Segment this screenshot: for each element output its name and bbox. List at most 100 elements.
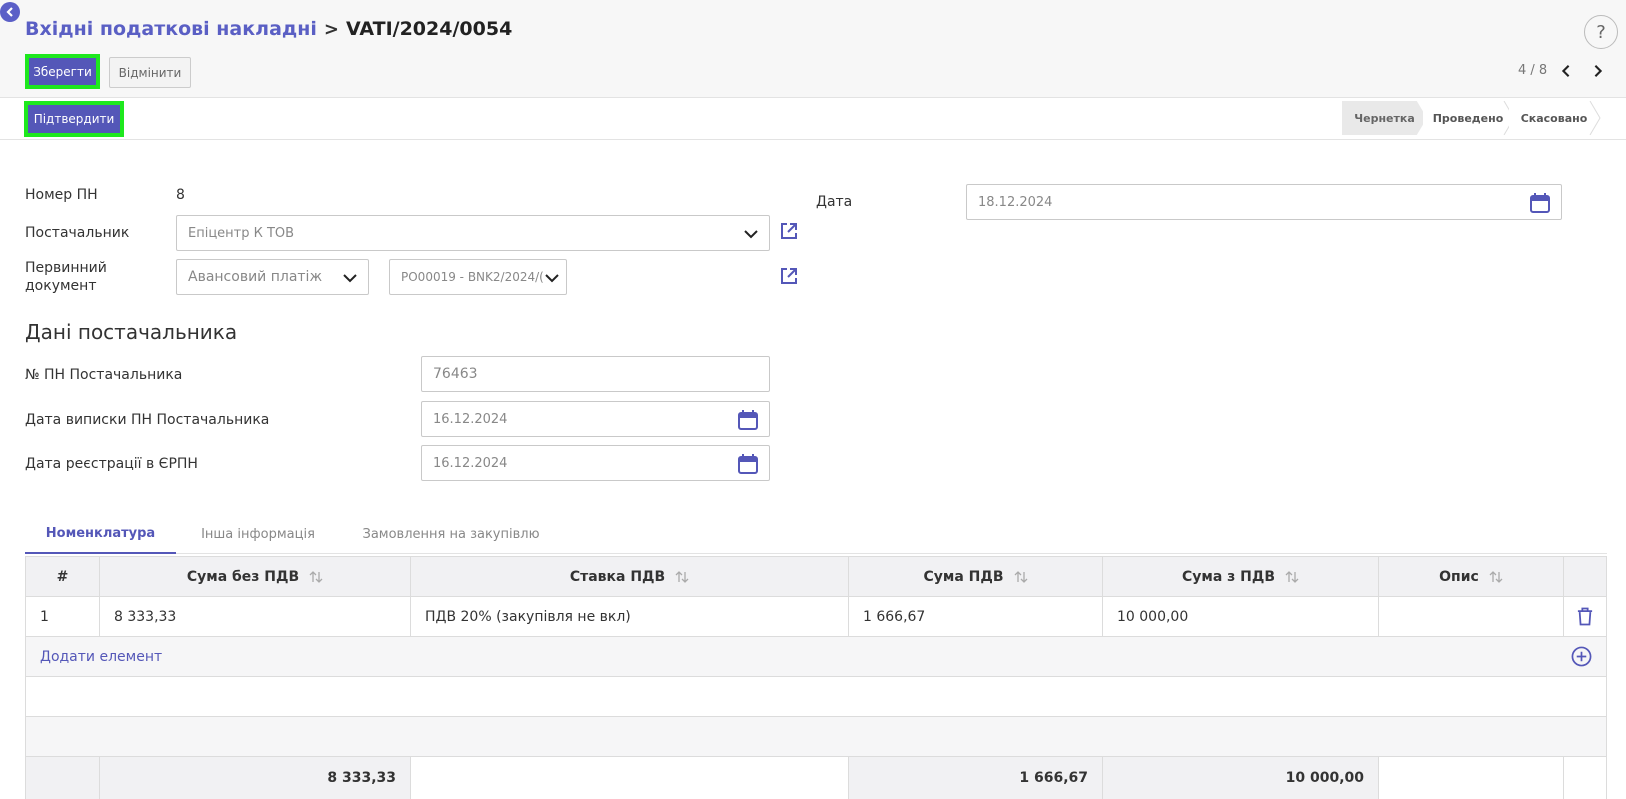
column-header-label: Ставка ПДВ (569, 568, 666, 585)
cell-vat-amount[interactable]: 1 666,67 (849, 597, 1103, 636)
back-arrow-icon[interactable] (0, 2, 20, 22)
external-link-icon[interactable] (779, 266, 799, 286)
add-item-cell: Додати елемент (26, 637, 1606, 676)
column-header-amount-net[interactable]: Сума без ПДВ (100, 557, 411, 596)
table-row[interactable]: 1 8 333,33 ПДВ 20% (закупівля не вкл) 1 … (26, 597, 1606, 637)
status-bar: Підтвердити Чернетка Проведено Скасовано (0, 98, 1626, 140)
column-header-label: Сума ПДВ (923, 568, 1004, 585)
column-header-index: # (26, 557, 100, 596)
number-label: Номер ПН (25, 187, 98, 203)
total-vat-amount: 1 666,67 (849, 757, 1103, 799)
calendar-icon[interactable] (737, 453, 759, 475)
control-panel: Вхідні податкові накладні > VATI/2024/00… (0, 0, 1626, 98)
tab-nomenclature[interactable]: Номенклатура (25, 514, 176, 554)
breadcrumb-parent-link[interactable]: Вхідні податкові накладні (25, 18, 317, 40)
pager-counter: 4 / 8 (1518, 63, 1548, 78)
primary-doc-ref-select[interactable]: PO00019 - BNK2/2024/( (389, 259, 567, 295)
external-link-icon[interactable] (779, 221, 799, 241)
erpn-date-label: Дата реєстрації в ЄРПН (25, 456, 198, 472)
erpn-date-value: 16.12.2024 (433, 455, 508, 471)
sort-icon[interactable] (1489, 570, 1503, 584)
stage-cancelled-label: Скасовано (1520, 111, 1588, 125)
primary-doc-label-line-2: документ (25, 278, 97, 294)
supplier-invoice-date-value: 16.12.2024 (433, 411, 508, 427)
stage-separator-icon (1589, 101, 1601, 135)
chevron-left-icon[interactable] (1558, 62, 1574, 80)
empty-row (26, 677, 1606, 717)
tab-purchase-orders[interactable]: Замовлення на закупівлю (340, 514, 562, 554)
date-label: Дата (816, 194, 853, 210)
supplier-invoice-date-label: Дата виписки ПН Постачальника (25, 412, 270, 428)
confirm-button[interactable]: Підтвердити (24, 101, 124, 137)
primary-doc-label: Первинний документ (25, 259, 107, 295)
supplier-invoice-no-input[interactable]: 76463 (421, 356, 770, 392)
total-amount-net: 8 333,33 (100, 757, 411, 799)
column-header-amount-gross[interactable]: Сума з ПДВ (1103, 557, 1379, 596)
supplier-invoice-no-value: 76463 (433, 366, 478, 382)
tab-other-info[interactable]: Інша інформація (176, 514, 340, 554)
primary-doc-label-line-1: Первинний (25, 260, 107, 276)
column-header-vat-rate[interactable]: Ставка ПДВ (411, 557, 849, 596)
total-vat-rate (411, 757, 849, 799)
number-value: 8 (176, 187, 185, 203)
sort-icon[interactable] (309, 570, 323, 584)
calendar-icon[interactable] (737, 409, 759, 431)
breadcrumb-separator: > (323, 18, 339, 40)
primary-doc-type-value: Авансовий платіж (188, 269, 323, 285)
chevron-down-icon (744, 230, 758, 239)
chevron-down-icon (343, 274, 357, 283)
table-header-row: # Сума без ПДВ Ставка ПДВ Сума ПДВ Сума … (26, 557, 1606, 597)
chevron-right-icon[interactable] (1590, 62, 1606, 80)
cell-vat-rate[interactable]: ПДВ 20% (закупівля не вкл) (411, 597, 849, 636)
stage-draft[interactable]: Чернетка (1342, 101, 1427, 135)
total-actions (1564, 757, 1606, 799)
column-header-label: Сума без ПДВ (186, 568, 300, 585)
breadcrumb: Вхідні податкові накладні > VATI/2024/00… (25, 18, 512, 40)
empty-row (26, 717, 1606, 757)
erpn-date-field[interactable]: 16.12.2024 (421, 445, 770, 481)
supplier-invoice-no-label: № ПН Постачальника (25, 367, 183, 383)
cell-amount-net[interactable]: 8 333,33 (100, 597, 411, 636)
supplier-label: Постачальник (25, 225, 130, 241)
sort-icon[interactable] (1285, 570, 1299, 584)
stage-cancelled[interactable]: Скасовано (1509, 101, 1601, 135)
column-header-actions (1564, 557, 1606, 596)
cell-actions (1564, 597, 1606, 636)
primary-doc-type-select[interactable]: Авансовий платіж (176, 259, 369, 295)
supplier-section-title: Дані постачальника (25, 320, 238, 344)
primary-doc-ref-value: PO00019 - BNK2/2024/( (401, 270, 544, 284)
stage-posted-label: Проведено (1432, 111, 1504, 125)
stage-posted[interactable]: Проведено (1423, 101, 1515, 135)
plus-circle-icon[interactable] (1571, 646, 1592, 667)
totals-row: 8 333,33 1 666,67 10 000,00 (26, 757, 1606, 799)
total-amount-gross: 10 000,00 (1103, 757, 1379, 799)
column-header-vat-amount[interactable]: Сума ПДВ (849, 557, 1103, 596)
sort-icon[interactable] (675, 570, 689, 584)
sort-icon[interactable] (1014, 570, 1028, 584)
supplier-select[interactable]: Епіцентр К ТОВ (176, 215, 770, 251)
column-header-label: # (56, 568, 69, 585)
tabs: Номенклатура Інша інформація Замовлення … (25, 514, 1607, 554)
cancel-button[interactable]: Відмінити (109, 57, 191, 88)
add-item-row: Додати елемент (26, 637, 1606, 677)
trash-icon[interactable] (1577, 607, 1593, 626)
help-button[interactable]: ? (1584, 15, 1618, 49)
date-value: 18.12.2024 (978, 194, 1053, 210)
total-description (1379, 757, 1564, 799)
column-header-description[interactable]: Опис (1379, 557, 1564, 596)
calendar-icon[interactable] (1529, 192, 1551, 214)
lines-table: # Сума без ПДВ Ставка ПДВ Сума ПДВ Сума … (25, 556, 1607, 799)
date-field[interactable]: 18.12.2024 (966, 184, 1562, 220)
chevron-down-icon (545, 274, 559, 283)
add-item-link[interactable]: Додати елемент (40, 649, 162, 665)
save-button[interactable]: Зберегти (25, 54, 100, 89)
breadcrumb-current: VATI/2024/0054 (345, 18, 513, 40)
total-index (26, 757, 100, 799)
column-header-label: Сума з ПДВ (1181, 568, 1276, 585)
cell-description[interactable] (1379, 597, 1564, 636)
column-header-label: Опис (1439, 568, 1479, 585)
cell-amount-gross[interactable]: 10 000,00 (1103, 597, 1379, 636)
cell-index: 1 (26, 597, 100, 636)
supplier-invoice-date-field[interactable]: 16.12.2024 (421, 401, 770, 437)
supplier-value: Епіцентр К ТОВ (188, 225, 295, 241)
